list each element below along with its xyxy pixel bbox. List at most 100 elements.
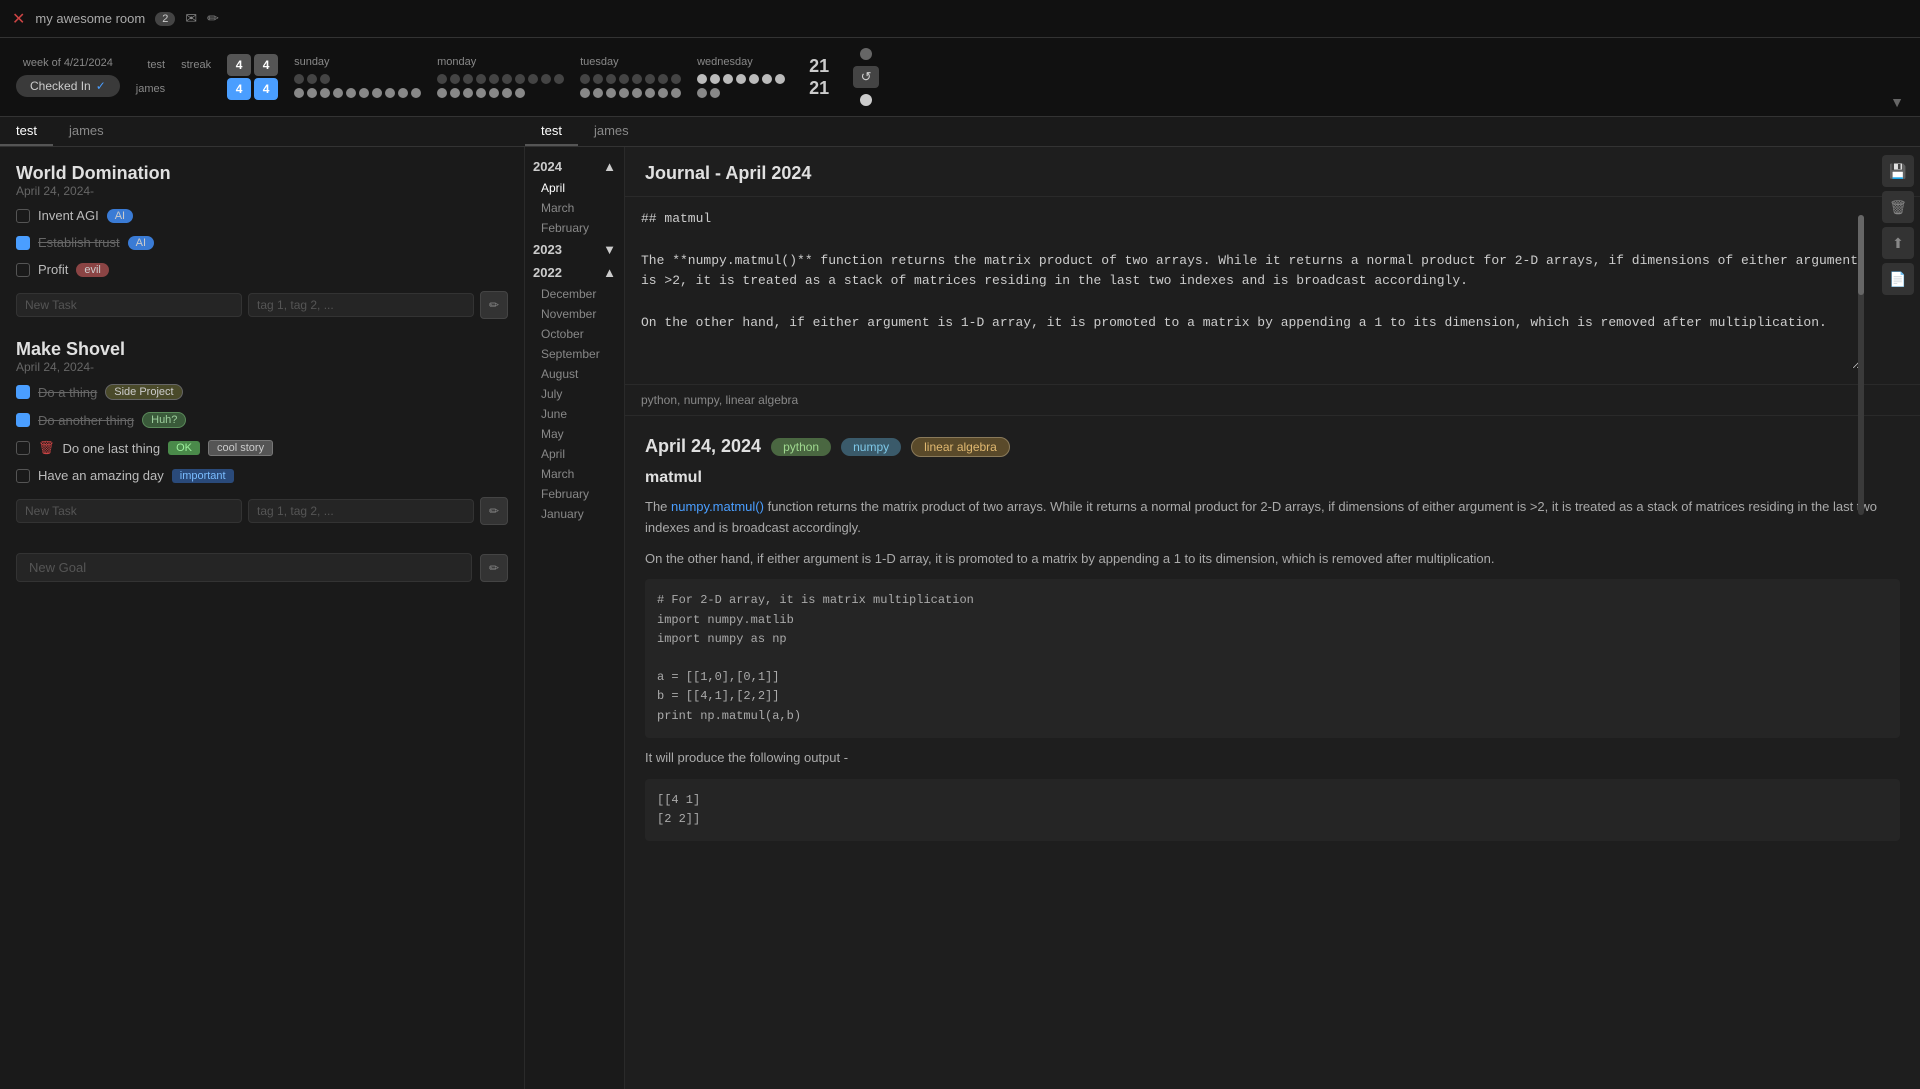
month-november[interactable]: November [525,304,624,324]
year-2023: 2023 ▼ [525,238,624,261]
journal-entry-card: April 24, 2024 python numpy linear algeb… [625,416,1920,871]
entry-tag-linear-algebra[interactable]: linear algebra [911,437,1010,457]
dot [723,74,733,84]
close-icon[interactable]: ✕ [12,9,25,29]
entry-body-3: It will produce the following output - [645,748,1900,769]
task-label: Do another thing [38,413,134,428]
task-item: 🗑 Do one last thing OK cool story [16,438,508,458]
dot [437,88,447,98]
dot [606,88,616,98]
year-header-2022[interactable]: 2022 ▲ [525,261,624,284]
task-item: Invent AGI AI [16,206,508,225]
year-2024: 2024 ▲ April March February [525,155,624,238]
dot [450,88,460,98]
task-checkbox-have-amazing-day[interactable] [16,469,30,483]
new-goal-edit-button[interactable]: ✏ [480,554,508,582]
month-december[interactable]: December [525,284,624,304]
year-header-2024[interactable]: 2024 ▲ [525,155,624,178]
month-january-2022[interactable]: January [525,504,624,524]
task-checkbox-do-one-last-thing[interactable] [16,441,30,455]
new-task-input-goal1[interactable] [16,293,242,317]
right-tab-bar: test james [525,117,1920,147]
dot [398,88,408,98]
month-may[interactable]: May [525,424,624,444]
task-checkbox-do-another-thing[interactable] [16,413,30,427]
user-label-test: test [147,54,165,76]
task-checkbox-profit[interactable] [16,263,30,277]
delete-icon[interactable]: 🗑 [38,440,55,456]
chevron-down-area: ▼ [1890,94,1904,110]
test-num: 21 [809,55,829,77]
tag-input-goal2[interactable] [248,499,474,523]
journal-editor-textarea[interactable]: ## matmul The **numpy.matmul()** functio… [641,209,1860,369]
tab-james-left[interactable]: james [53,117,120,146]
month-april-2022[interactable]: April [525,444,624,464]
new-goal-input[interactable] [16,553,472,582]
mail-icon[interactable]: ✉ [185,10,197,27]
file-journal-button[interactable]: 📄 [1882,263,1914,295]
sunday-label: sunday [294,56,329,68]
chevron-up-icon: ▲ [603,265,616,280]
james-wednesday-dots [697,88,720,98]
month-february-2022[interactable]: February [525,484,624,504]
entry-body-1: The numpy.matmul() function returns the … [645,497,1900,539]
edit-button-goal2[interactable]: ✏ [480,497,508,525]
month-february[interactable]: February [525,218,624,238]
james-tuesday-dots [580,88,681,98]
month-october[interactable]: October [525,324,624,344]
task-checkbox-do-a-thing[interactable] [16,385,30,399]
monday-label: monday [437,56,476,68]
dot [489,88,499,98]
tab-james-right[interactable]: james [578,117,645,146]
task-item: Establish trust AI [16,233,508,252]
left-tab-bar: test james [0,117,525,147]
chevron-down-icon[interactable]: ▼ [1890,94,1904,110]
dot [671,88,681,98]
test-tuesday-dots [580,74,681,84]
refresh-button[interactable]: ↺ [853,66,879,88]
tab-test-right[interactable]: test [525,117,578,146]
dot [593,74,603,84]
checked-in-button[interactable]: Checked In ✓ [16,75,120,97]
tag-ok: OK [168,441,200,455]
edit-button-goal1[interactable]: ✏ [480,291,508,319]
journal-title: Journal - April 2024 [645,163,811,184]
topbar: ✕ my awesome room 2 ✉ ✏ [0,0,1920,38]
task-checkbox-invent-agi[interactable] [16,209,30,223]
new-task-row-goal2: ✏ [16,497,508,525]
scrollbar-track [1858,215,1864,515]
task-checkbox-establish-trust[interactable] [16,236,30,250]
month-march-2022[interactable]: March [525,464,624,484]
test-monday-dots [437,74,564,84]
dot [593,88,603,98]
month-march[interactable]: March [525,198,624,218]
tab-bars-row: test james test james [0,117,1920,147]
month-september[interactable]: September [525,344,624,364]
edit-icon[interactable]: ✏ [207,10,219,27]
dot [307,88,317,98]
journal-editor: ## matmul The **numpy.matmul()** functio… [625,197,1920,385]
week-label: week of 4/21/2024 [23,57,113,69]
dot [632,74,642,84]
year-2022: 2022 ▲ December November October Septemb… [525,261,624,524]
tag-input-goal1[interactable] [248,293,474,317]
entry-tag-numpy[interactable]: numpy [841,438,901,456]
month-august[interactable]: August [525,364,624,384]
new-task-input-goal2[interactable] [16,499,242,523]
month-june[interactable]: June [525,404,624,424]
save-journal-button[interactable]: 💾 [1882,155,1914,187]
dot [580,74,590,84]
year-header-2023[interactable]: 2023 ▼ [525,238,624,261]
delete-journal-button[interactable]: 🗑 [1882,191,1914,223]
task-label: Do one last thing [63,441,161,456]
entry-tag-python[interactable]: python [771,438,831,456]
upload-journal-button[interactable]: ⬆ [1882,227,1914,259]
chevron-up-icon: ▲ [603,159,616,174]
scrollbar-thumb[interactable] [1858,215,1864,295]
tab-test-left[interactable]: test [0,117,53,146]
dot [580,88,590,98]
task-item: Profit evil [16,260,508,279]
goal-title-text: Make Shovel [16,339,508,360]
month-july[interactable]: July [525,384,624,404]
sunday-col: sunday [294,56,421,98]
